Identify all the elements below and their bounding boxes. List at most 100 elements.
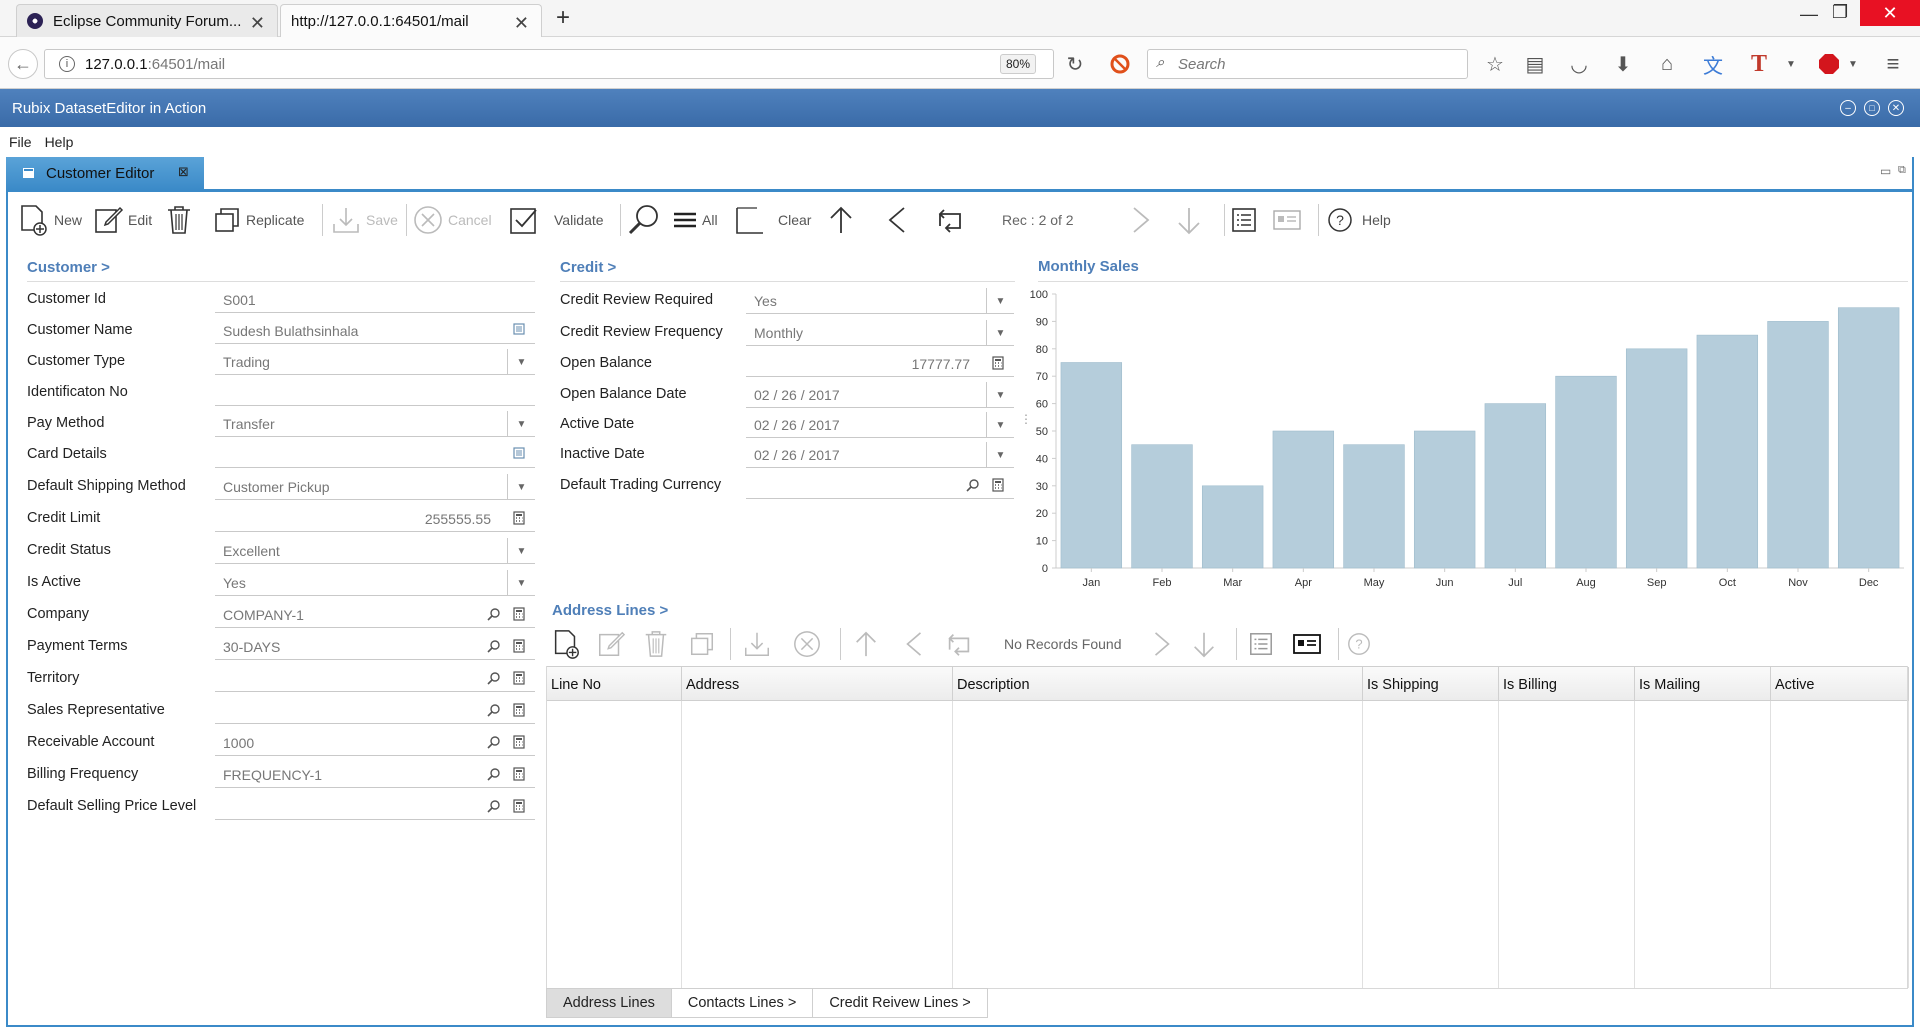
inactive-date-picker[interactable]: 02 / 26 / 2017 ▼	[746, 442, 1014, 468]
new-button[interactable]: New	[16, 194, 82, 246]
grid-column-header[interactable]: Line No	[547, 667, 682, 702]
home-icon[interactable]: ⌂	[1654, 51, 1680, 77]
payment-terms-lookup[interactable]: 30-DAYS	[215, 634, 535, 660]
calculator-icon[interactable]	[513, 799, 527, 813]
address-form-view-button[interactable]	[1292, 622, 1322, 666]
card-details-input[interactable]	[215, 442, 535, 468]
address-new-button[interactable]	[550, 622, 582, 666]
close-tab-icon[interactable]: ⊠	[178, 164, 189, 180]
identification-no-input[interactable]	[215, 380, 535, 406]
address-cancel-button[interactable]	[792, 622, 822, 666]
grid-column-header[interactable]: Is Shipping	[1363, 667, 1499, 702]
zoom-level[interactable]: 80%	[1000, 54, 1037, 74]
all-button[interactable]: All	[672, 194, 718, 246]
shipping-method-select[interactable]: Customer Pickup ▼	[215, 474, 535, 500]
browser-tab-eclipse[interactable]: Eclipse Community Forum... ✕	[16, 4, 278, 37]
save-button[interactable]: Save	[330, 194, 398, 246]
credit-review-frequency-select[interactable]: Monthly ▼	[746, 320, 1014, 346]
dropdown-arrow-icon[interactable]: ▼	[507, 474, 535, 500]
customer-name-input[interactable]: Sudesh Bulathsinhala	[215, 318, 535, 344]
browser-tab-mail[interactable]: http://127.0.0.1:64501/mail ✕	[280, 4, 542, 37]
bookmark-star-icon[interactable]: ☆	[1482, 51, 1508, 77]
close-window-icon[interactable]: ✕	[1860, 0, 1920, 26]
grid-column-header[interactable]: Address	[682, 667, 953, 702]
form-view-button[interactable]	[1272, 194, 1302, 246]
calculator-icon[interactable]	[513, 511, 527, 525]
reload-icon[interactable]: ↻	[1062, 51, 1088, 77]
info-icon[interactable]: i	[59, 56, 75, 72]
refresh-record-button[interactable]	[934, 194, 966, 246]
replicate-button[interactable]: Replicate	[212, 194, 304, 246]
download-icon[interactable]: ⬇	[1610, 51, 1636, 77]
address-section-title[interactable]: Address Lines >	[552, 602, 668, 619]
calculator-icon[interactable]	[513, 735, 527, 749]
selling-price-level-lookup[interactable]	[215, 794, 535, 820]
delete-button[interactable]	[164, 194, 194, 246]
text-tool-icon[interactable]: T	[1746, 51, 1772, 77]
blocker-icon[interactable]	[1107, 51, 1133, 77]
address-delete-button[interactable]	[642, 622, 670, 666]
tab-customer-editor[interactable]: Customer Editor ⊠	[6, 157, 204, 190]
calculator-icon[interactable]	[513, 703, 527, 717]
address-last-button[interactable]	[1190, 622, 1218, 666]
clear-button[interactable]: Clear	[734, 194, 811, 246]
address-edit-button[interactable]	[596, 622, 626, 666]
dropdown-arrow-icon[interactable]: ▼	[986, 442, 1014, 468]
memo-icon[interactable]	[513, 323, 527, 337]
calculator-icon[interactable]	[513, 671, 527, 685]
dropdown-arrow-icon[interactable]: ▼	[986, 288, 1014, 314]
validate-button[interactable]: Validate	[508, 194, 604, 246]
splitter-handle[interactable]: ⋮	[1020, 412, 1032, 426]
company-lookup[interactable]: COMPANY-1	[215, 602, 535, 628]
memo-icon[interactable]	[513, 447, 527, 461]
lookup-search-icon[interactable]	[487, 607, 501, 621]
close-tab-icon[interactable]: ✕	[250, 13, 265, 34]
open-balance-date-picker[interactable]: 02 / 26 / 2017 ▼	[746, 382, 1014, 408]
panel-restore-icon[interactable]: ⧉	[1898, 164, 1906, 177]
sales-rep-lookup[interactable]	[215, 698, 535, 724]
menu-help[interactable]: Help	[45, 134, 74, 150]
dropdown-arrow-icon[interactable]: ▼	[507, 538, 535, 564]
translate-icon[interactable]: 文	[1700, 51, 1726, 78]
app-maximize-icon[interactable]: □	[1864, 100, 1880, 116]
panel-minimize-icon[interactable]: ▭	[1880, 164, 1891, 178]
first-record-button[interactable]	[826, 194, 856, 246]
dropdown-arrow-icon[interactable]: ▼	[507, 411, 535, 437]
address-replicate-button[interactable]	[688, 622, 716, 666]
new-tab-button[interactable]: +	[556, 4, 570, 32]
next-record-button[interactable]	[1128, 194, 1154, 246]
dropdown-arrow-icon[interactable]: ▼	[986, 412, 1014, 438]
tab-contacts-lines[interactable]: Contacts Lines >	[671, 988, 814, 1018]
close-tab-icon[interactable]: ✕	[514, 13, 529, 34]
restore-window-icon[interactable]: ❐	[1832, 2, 1850, 22]
address-refresh-button[interactable]	[944, 622, 974, 666]
calculator-icon[interactable]	[513, 639, 527, 653]
customer-section-title[interactable]: Customer >	[27, 259, 110, 276]
trading-currency-lookup[interactable]	[746, 473, 1014, 499]
previous-record-button[interactable]	[884, 194, 910, 246]
app-minimize-icon[interactable]: –	[1840, 100, 1856, 116]
tab-address-lines[interactable]: Address Lines	[546, 988, 672, 1018]
hamburger-menu-icon[interactable]: ≡	[1880, 51, 1906, 77]
billing-frequency-lookup[interactable]: FREQUENCY-1	[215, 762, 535, 788]
credit-section-title[interactable]: Credit >	[560, 259, 616, 276]
back-arrow-icon[interactable]: ←	[8, 49, 38, 79]
chevron-down-icon[interactable]: ▼	[1778, 51, 1804, 77]
cancel-button[interactable]: Cancel	[412, 194, 492, 246]
address-help-button[interactable]: ?	[1346, 622, 1372, 666]
grid-column-header[interactable]: Is Mailing	[1635, 667, 1771, 702]
open-balance-input[interactable]: 17777.77	[746, 351, 1014, 377]
app-close-icon[interactable]: ✕	[1888, 100, 1904, 116]
grid-column-header[interactable]: Active	[1771, 667, 1909, 702]
chevron-down-icon[interactable]: ▼	[1840, 51, 1866, 77]
credit-status-select[interactable]: Excellent ▼	[215, 538, 535, 564]
address-list-view-button[interactable]	[1248, 622, 1274, 666]
url-bar[interactable]: i 127.0.0.1:64501/mail 80%	[44, 49, 1054, 79]
tab-credit-review-lines[interactable]: Credit Reivew Lines >	[813, 988, 988, 1018]
calculator-icon[interactable]	[513, 767, 527, 781]
find-button[interactable]	[626, 194, 662, 246]
minimize-window-icon[interactable]: —	[1800, 4, 1818, 25]
search-input[interactable]: ⌕ Search	[1147, 49, 1468, 79]
dropdown-arrow-icon[interactable]: ▼	[986, 382, 1014, 408]
help-button[interactable]: ? Help	[1326, 194, 1391, 246]
